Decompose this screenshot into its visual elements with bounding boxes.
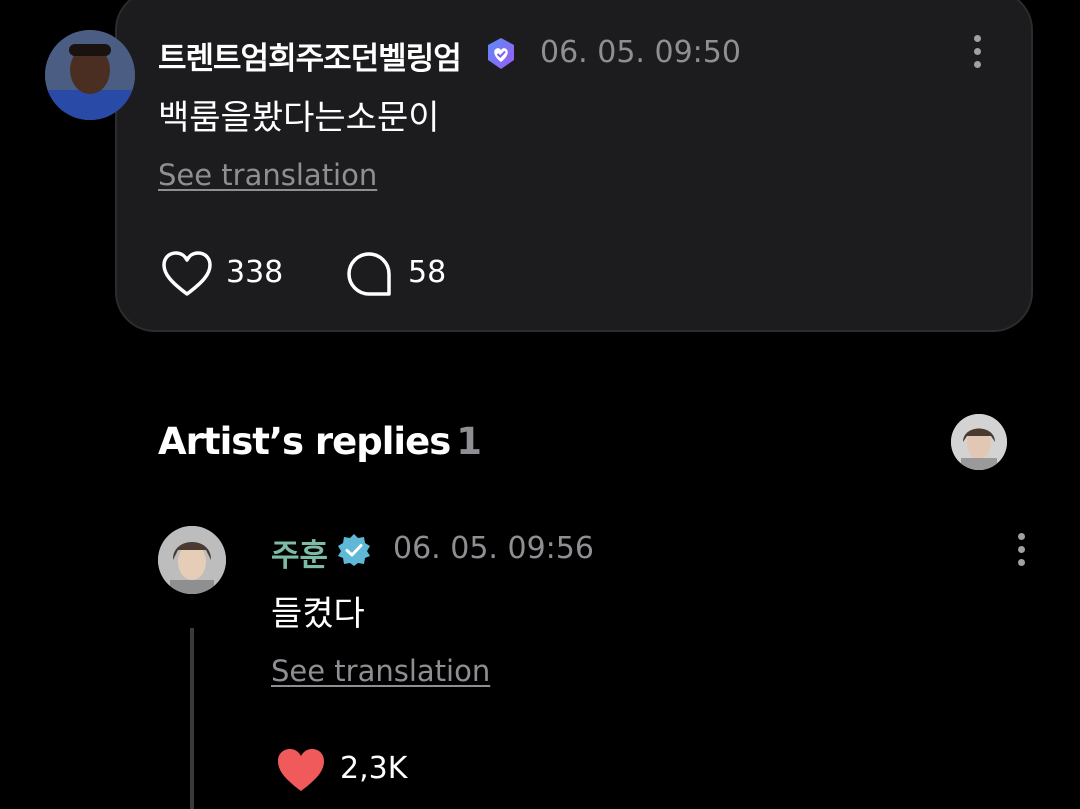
artist-reply-body: 들켰다 <box>271 594 365 634</box>
post-like-count: 338 <box>226 255 284 290</box>
artist-replies-count: 1 <box>456 420 482 463</box>
artist-mini-avatar[interactable] <box>951 414 1007 470</box>
post-body: 백룸을봤다는소문이 <box>158 98 440 138</box>
heart-outline-icon[interactable] <box>161 250 213 298</box>
verified-check-badge-icon <box>338 534 370 566</box>
page: 트렌트엄희주조던벨링엄 06. 05. 09:50 백룸을봤다는소문이 See … <box>0 0 1080 809</box>
post-see-translation-link[interactable]: See translation <box>158 158 377 192</box>
artist-avatar[interactable] <box>158 526 226 594</box>
comment-bubble-icon[interactable] <box>345 250 393 298</box>
post-comment-count: 58 <box>408 255 447 290</box>
heart-filled-icon[interactable] <box>275 746 327 794</box>
post-more-options-icon[interactable] <box>974 35 982 74</box>
reply-thread-line <box>190 628 194 809</box>
artist-replies-title: Artist’s replies <box>158 420 451 463</box>
post-timestamp: 06. 05. 09:50 <box>540 35 741 70</box>
artist-reply-see-translation-link[interactable]: See translation <box>271 654 490 688</box>
post-author-avatar[interactable] <box>45 30 135 120</box>
artist-reply-timestamp: 06. 05. 09:56 <box>393 531 594 566</box>
artist-reply-like-count: 2,3K <box>340 751 408 786</box>
post-author-name[interactable]: 트렌트엄희주조던벨링엄 <box>158 33 462 78</box>
verified-heart-badge-icon <box>488 38 514 69</box>
artist-reply-author-name[interactable]: 주훈 <box>271 530 328 575</box>
artist-replies-heading: Artist’s replies 1 <box>158 420 482 463</box>
artist-reply-more-options-icon[interactable] <box>1018 533 1026 572</box>
